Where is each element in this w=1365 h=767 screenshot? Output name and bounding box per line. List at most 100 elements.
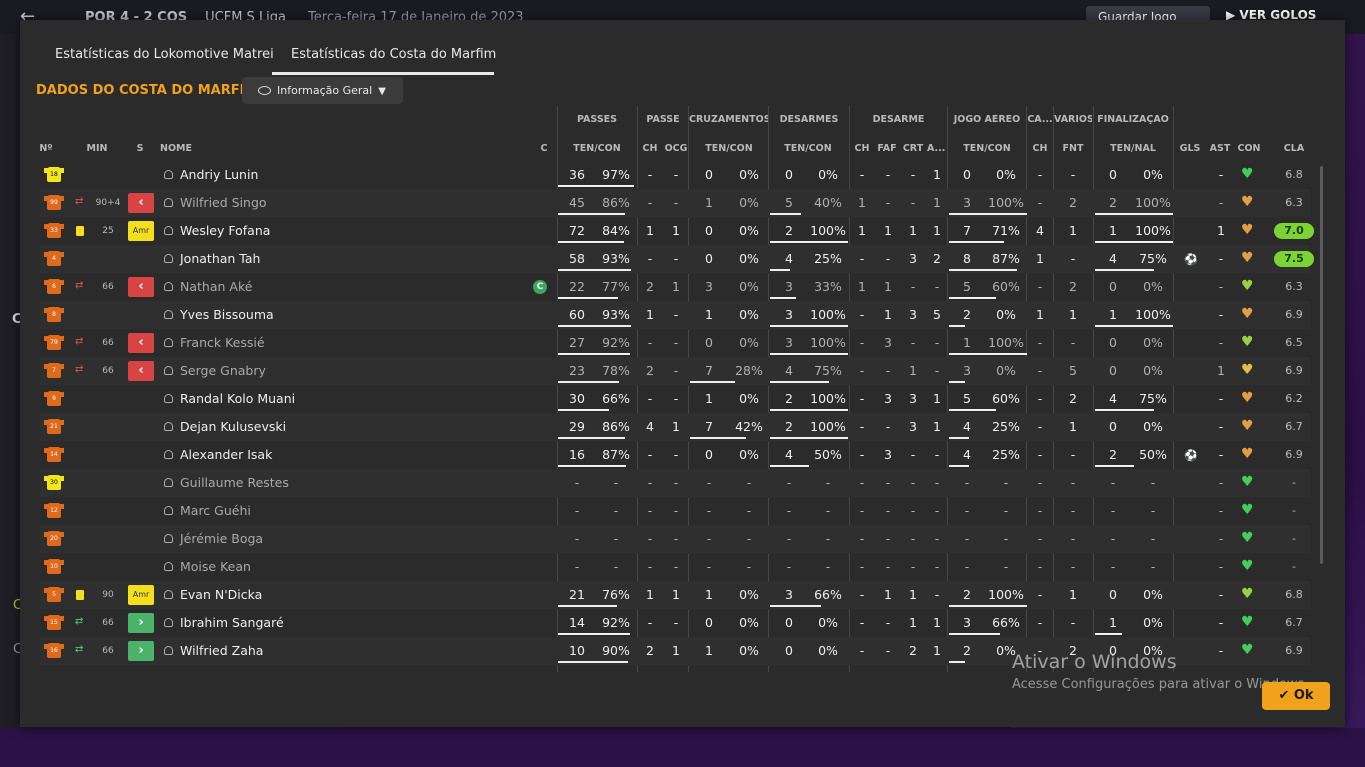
- player-profile-icon[interactable]: [164, 310, 173, 319]
- column-header-fin[interactable]: TEN/NAL: [1098, 143, 1168, 154]
- player-profile-icon[interactable]: [164, 534, 173, 543]
- column-header-con[interactable]: CON: [1236, 143, 1262, 154]
- table-row[interactable]: 4 Jonathan Tah 58 93% - -0 0% 4 25% - -3 2 8 87% 1-4 75…: [40, 245, 1314, 273]
- column-header-ocg[interactable]: OCG: [663, 143, 689, 154]
- player-name[interactable]: Andriy Lunin: [180, 161, 258, 189]
- player-profile-icon[interactable]: [164, 394, 173, 403]
- stat-cru-bar: [690, 381, 736, 383]
- player-name[interactable]: Jérémie Boga: [180, 525, 263, 553]
- player-name[interactable]: Evan N'Dicka: [180, 581, 262, 609]
- group-header-desarmes: DESARMES: [779, 114, 839, 125]
- substitution-in-badge[interactable]: ›: [128, 641, 154, 661]
- column-header-ch2[interactable]: CH: [853, 143, 871, 154]
- table-row[interactable]: 21 Dejan Kulusevski 29 86% 4 1 7 42% 2 100% - -3 1 4 2…: [40, 413, 1310, 441]
- table-row[interactable]: 12 Marc Guéhi - - - - - - - - - - - - - - - - - - - ♥ -: [40, 497, 1310, 525]
- player-profile-icon[interactable]: [164, 506, 173, 515]
- player-name[interactable]: Moise Kean: [180, 553, 251, 581]
- player-name[interactable]: Nathan Aké: [180, 273, 252, 301]
- player-profile-icon[interactable]: [164, 590, 173, 599]
- player-rating: 6.8: [1285, 588, 1303, 601]
- column-header-crt[interactable]: CRT: [902, 143, 924, 154]
- player-name[interactable]: Wesley Fofana: [180, 217, 270, 245]
- table-row[interactable]: 5 90 Amr Evan N'Dicka 21 76% 1 1 1 0% 3 66% -1 1-2 100…: [40, 581, 1310, 609]
- player-profile-icon[interactable]: [164, 338, 173, 347]
- column-header-name[interactable]: NOME: [160, 143, 192, 154]
- column-header-gls[interactable]: GLS: [1177, 143, 1203, 154]
- player-profile-icon[interactable]: [164, 618, 173, 627]
- player-name[interactable]: Serge Gnabry: [180, 357, 266, 385]
- player-profile-icon[interactable]: [164, 366, 173, 375]
- player-profile-icon[interactable]: [164, 282, 173, 291]
- stat-pas-attempts: -: [574, 503, 580, 518]
- player-name[interactable]: Wilfried Zaha: [180, 637, 263, 665]
- table-row[interactable]: 8 Yves Bissouma 60 93% 1-1 0% 3 100% -1 3 5 2 0% 1 1 1 1…: [40, 301, 1310, 329]
- player-name[interactable]: Franck Kessié: [180, 329, 265, 357]
- stat-ch1: -: [647, 251, 653, 266]
- shirt-icon: 33: [44, 223, 64, 238]
- stat-ch1: -: [647, 167, 653, 182]
- tab-lokomotive-stats[interactable]: Estatísticas do Lokomotive Matrei: [55, 47, 274, 62]
- column-header-num[interactable]: Nº: [36, 143, 56, 154]
- table-row[interactable]: 14 Alexander Isak 16 87% - -0 0% 4 50% -3- -4 25% - -…: [40, 441, 1310, 469]
- player-name[interactable]: Dejan Kulusevski: [180, 413, 286, 441]
- player-profile-icon[interactable]: [164, 226, 173, 235]
- player-profile-icon[interactable]: [164, 450, 173, 459]
- column-header-fnt[interactable]: FNT: [1058, 143, 1088, 154]
- player-name[interactable]: Marc Guéhi: [180, 497, 251, 525]
- table-row[interactable]: 7 ⇄ 66 ‹ Serge Gnabry 23 78% 2-7 28% 4 75% - -1-3 0% -…: [40, 357, 1310, 385]
- column-header-faf[interactable]: FAF: [876, 143, 898, 154]
- player-profile-icon[interactable]: [164, 478, 173, 487]
- player-profile-icon[interactable]: [164, 198, 173, 207]
- column-header-ast[interactable]: AST: [1208, 143, 1232, 154]
- table-row[interactable]: 10 Moise Kean - - - - - - - - - - - - - - - - - - - ♥ -: [40, 553, 1310, 581]
- column-header-ch1[interactable]: CH: [640, 143, 660, 154]
- column-header-min[interactable]: MIN: [82, 143, 112, 154]
- substitution-out-badge[interactable]: ‹: [128, 277, 154, 297]
- player-name[interactable]: Wilfried Singo: [180, 189, 267, 217]
- player-name[interactable]: Ibrahim Sangaré: [180, 609, 284, 637]
- scrollbar[interactable]: [1320, 166, 1323, 564]
- player-profile-icon[interactable]: [164, 562, 173, 571]
- player-name[interactable]: Alexander Isak: [180, 441, 272, 469]
- column-header-s[interactable]: S: [130, 143, 150, 154]
- stat-fin-success: 0%: [1143, 167, 1163, 182]
- column-header-aer[interactable]: TEN/CON: [952, 143, 1022, 154]
- table-row[interactable]: 30 Guillaume Restes - - - - - - - - - - - - - - - - - - - ♥ -: [40, 469, 1310, 497]
- column-header-cla[interactable]: CLA: [1279, 143, 1309, 154]
- table-row[interactable]: 15 ⇄ 66 › Ibrahim Sangaré 14 92% - -0 0% 0 0% - -1 1 3 6…: [40, 609, 1310, 637]
- player-name[interactable]: Jonathan Tah: [180, 245, 260, 273]
- stat-des-bar: [770, 437, 848, 439]
- stat-des-bar: [770, 409, 848, 411]
- shirt-icon: 6: [44, 279, 64, 294]
- player-name[interactable]: Yves Bissouma: [180, 301, 274, 329]
- table-row[interactable]: 79 ⇄ 66 ‹ Franck Kessié 27 92% - -0 0% 3 100% -3- -1 1…: [40, 329, 1310, 357]
- stat-des-bar: [770, 465, 809, 467]
- player-profile-icon[interactable]: [164, 170, 173, 179]
- column-header-c[interactable]: C: [537, 143, 551, 154]
- table-row[interactable]: 33 25 Amr Wesley Fofana 72 84% 1 1 0 0% 2 100% 1 1 1 1 7…: [40, 217, 1314, 245]
- column-header-cru[interactable]: TEN/CON: [694, 143, 764, 154]
- column-header-ch3[interactable]: CH: [1029, 143, 1051, 154]
- player-profile-icon[interactable]: [164, 254, 173, 263]
- tab-costa-stats[interactable]: Estatísticas do Costa do Marfim: [291, 47, 496, 62]
- player-name[interactable]: Randal Kolo Muani: [180, 385, 295, 413]
- column-header-pas[interactable]: TEN/CON: [562, 143, 632, 154]
- table-row[interactable]: 6 ⇄ 66 ‹ Nathan Aké C 22 77% 2 1 3 0% 3 33% 1 1- -5 60% -2…: [40, 273, 1310, 301]
- view-dropdown[interactable]: Informação Geral ▼: [242, 77, 403, 104]
- column-header-a[interactable]: A...: [927, 143, 945, 154]
- substitution-in-badge[interactable]: ›: [128, 613, 154, 633]
- player-name[interactable]: Guillaume Restes: [180, 469, 289, 497]
- ok-button[interactable]: ✔ Ok: [1262, 682, 1330, 710]
- stat-ast: -: [1218, 643, 1224, 658]
- table-row[interactable]: 99 ⇄ 90+4 ‹ Wilfried Singo 45 86% - -1 0% 5 40% 1- -1…: [40, 189, 1310, 217]
- table-row[interactable]: 18 Andriy Lunin 36 97% - -0 0% 0 0% - - -1 0 0% - -0 0% -…: [40, 161, 1310, 189]
- table-row[interactable]: 9 Randal Kolo Muani 30 66% - -1 0% 2 100% -3 3 1 5 60…: [40, 385, 1310, 413]
- substitution-out-badge[interactable]: ‹: [128, 333, 154, 353]
- table-row[interactable]: 20 Jérémie Boga - - - - - - - - - - - - - - - - - - - ♥ -: [40, 525, 1310, 553]
- player-rating: 6.2: [1285, 392, 1303, 405]
- player-profile-icon[interactable]: [164, 646, 173, 655]
- column-header-des[interactable]: TEN/CON: [773, 143, 843, 154]
- player-profile-icon[interactable]: [164, 422, 173, 431]
- substitution-out-badge[interactable]: ‹: [128, 193, 154, 213]
- substitution-out-badge[interactable]: ‹: [128, 361, 154, 381]
